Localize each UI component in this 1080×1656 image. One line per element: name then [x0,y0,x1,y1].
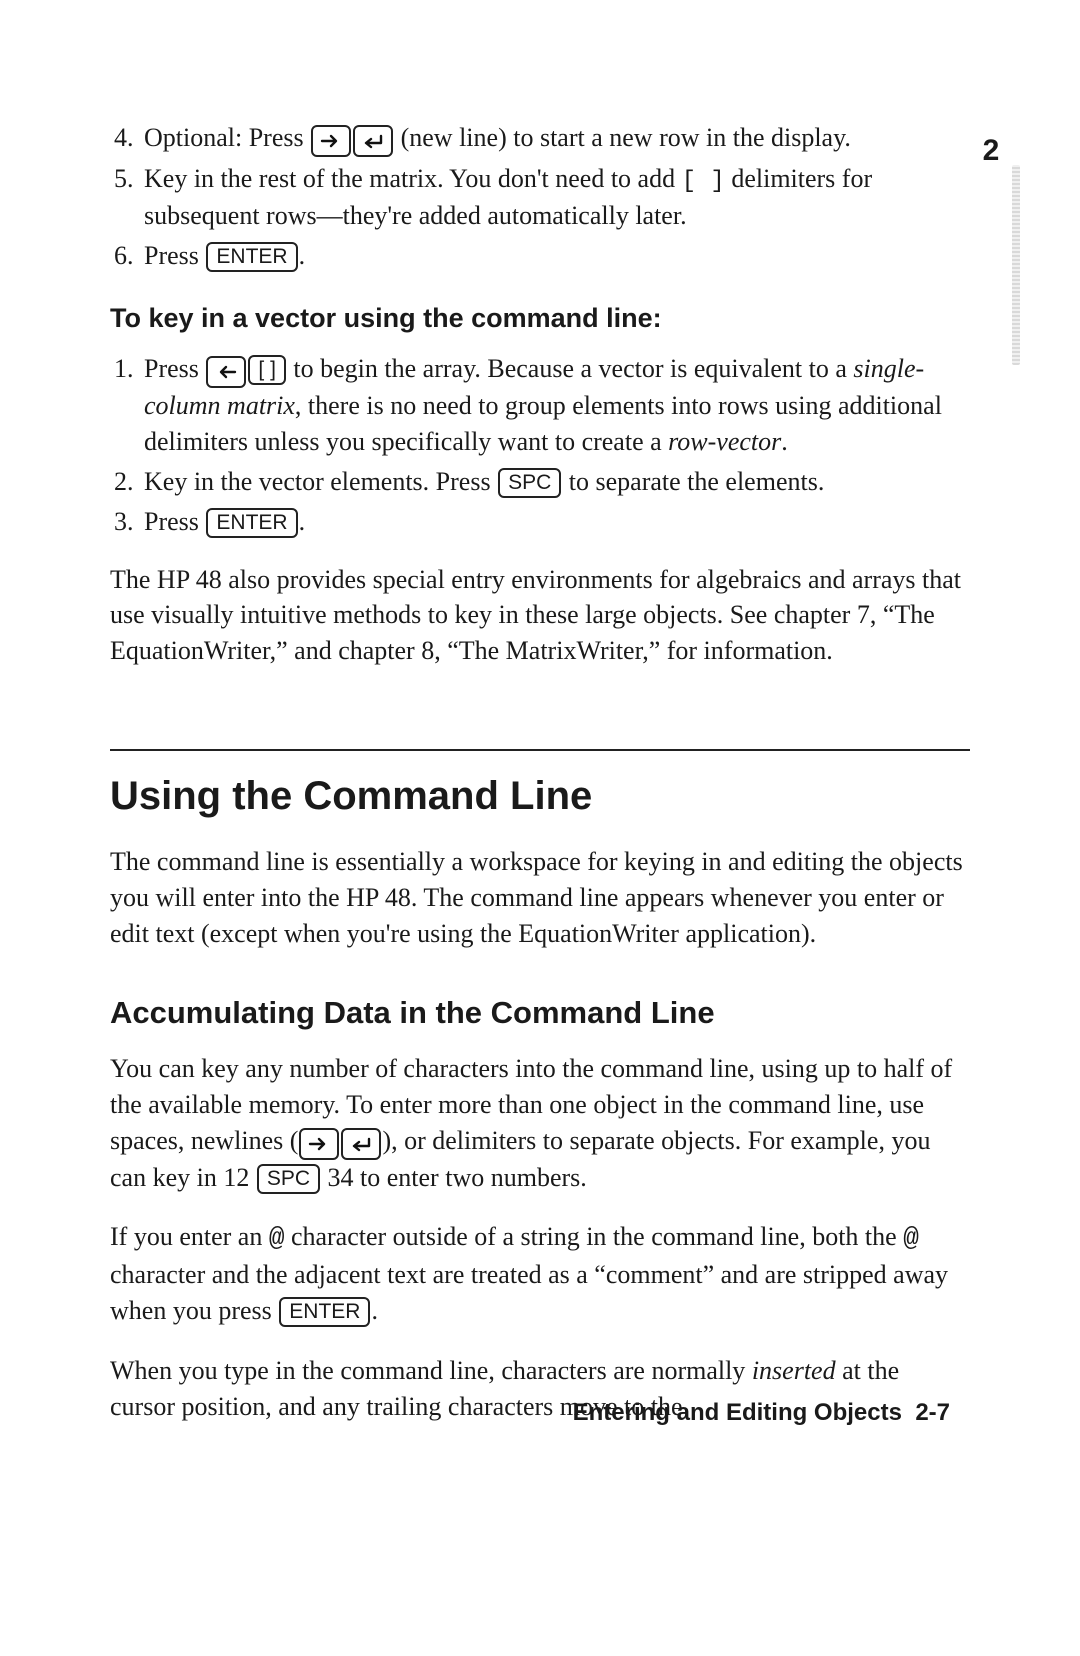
right-shift-key-icon [311,125,351,157]
text: Key in the rest of the matrix. You don't… [144,164,682,193]
text: . [371,1296,378,1325]
text: to separate the elements. [562,467,824,496]
text: Press [144,241,205,270]
section-heading: Using the Command Line [110,769,970,824]
text: Press [144,354,205,383]
chapter-tab-stripe [1012,165,1020,365]
spc-key: SPC [498,468,561,498]
vector-steps-list: Press [ ] to begin the array. Because a … [110,351,970,540]
text: If you enter an [110,1222,269,1251]
text: . [299,241,306,270]
newline-key-icon [341,1128,381,1160]
page: 2 Optional: Press (new line) to start a … [0,0,1080,1515]
list-item: Optional: Press (new line) to start a ne… [140,120,970,157]
left-shift-key-icon [206,356,246,388]
text: When you type in the command line, chara… [110,1356,752,1385]
footer-title: Entering and Editing Objects [573,1399,902,1426]
text: Key in the vector elements. Press [144,467,497,496]
section-divider [110,749,970,751]
spc-key: SPC [257,1164,320,1194]
list-item: Key in the vector elements. Press SPC to… [140,464,970,500]
at-symbol: @ [903,1223,919,1253]
text: Press [144,507,205,536]
newline-key-icon [353,125,393,157]
brackets-key: [ ] [248,355,286,385]
list-item: Press ENTER. [140,238,970,274]
text: to begin the array. Because a vector is … [293,354,853,383]
procedure-heading: To key in a vector using the command lin… [110,300,970,337]
page-footer: Entering and Editing Objects 2-7 [573,1396,950,1429]
right-shift-key-icon [299,1128,339,1160]
enter-key: ENTER [279,1297,370,1327]
text: . [299,507,306,536]
paragraph: You can key any number of characters int… [110,1051,970,1196]
text: 34 to enter two numbers. [321,1163,587,1192]
footer-page-number: 2-7 [915,1399,950,1426]
italic-term: row-vector [668,427,781,456]
paragraph: The HP 48 also provides special entry en… [110,562,970,670]
text: character outside of a string in the com… [284,1222,903,1251]
enter-key: ENTER [206,508,297,538]
paragraph: If you enter an @ character outside of a… [110,1219,970,1329]
italic-term: inserted [752,1356,836,1385]
paragraph: The command line is essentially a worksp… [110,844,970,952]
chapter-tab-number: 2 [972,130,1010,171]
matrix-steps-list: Optional: Press (new line) to start a ne… [110,120,970,274]
enter-key: ENTER [206,242,297,272]
text: Optional: Press [144,123,310,152]
subsection-heading: Accumulating Data in the Command Line [110,992,970,1035]
at-symbol: @ [269,1223,285,1253]
list-item: Key in the rest of the matrix. You don't… [140,161,970,234]
list-item: Press [ ] to begin the array. Because a … [140,351,970,460]
text: (new line) to start a new row in the dis… [401,123,851,152]
text: . [781,427,788,456]
list-item: Press ENTER. [140,504,970,540]
text: character and the adjacent text are trea… [110,1260,948,1325]
bracket-delimiter: [ ] [682,168,725,195]
